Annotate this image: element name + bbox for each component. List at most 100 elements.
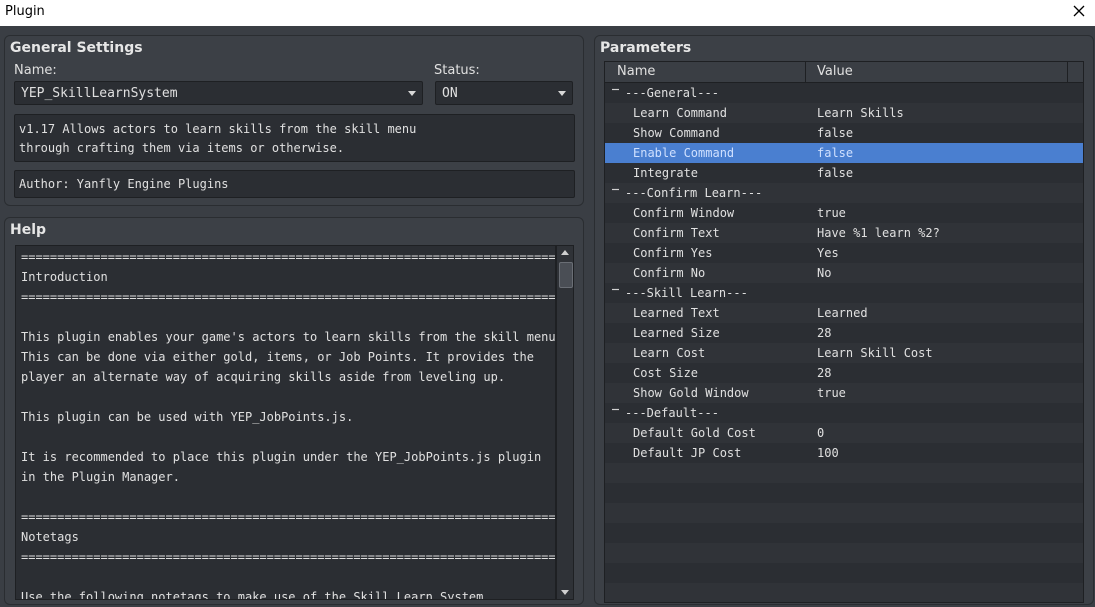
scroll-thumb[interactable]	[559, 262, 573, 288]
description-box: v1.17 Allows actors to learn skills from…	[14, 114, 575, 162]
collapse-icon[interactable]	[612, 186, 619, 193]
parameter-value: 0	[817, 426, 825, 440]
help-scrollbar[interactable]	[556, 245, 574, 600]
help-line: This can be done via either gold, items,…	[21, 350, 534, 364]
scroll-up-icon[interactable]	[561, 250, 569, 255]
parameter-value: false	[817, 166, 854, 180]
parameter-row[interactable]: Learned Size 28	[605, 323, 1083, 343]
parameter-row[interactable]: Confirm Window true	[605, 203, 1083, 223]
parameter-group-row[interactable]: ---General---	[605, 83, 1083, 103]
chevron-down-icon	[408, 91, 416, 96]
parameter-name: Default JP Cost	[633, 446, 742, 460]
plugin-name-value: YEP_SkillLearnSystem	[21, 86, 178, 101]
table-row-empty	[605, 563, 1083, 583]
help-line: ========================================…	[21, 550, 556, 564]
parameter-name: ---Skill Learn---	[625, 286, 748, 300]
help-line: in the Plugin Manager.	[21, 470, 180, 484]
parameter-value: false	[817, 126, 854, 140]
help-line: Use the following notetags to make use o…	[21, 590, 491, 600]
status-label: Status:	[434, 63, 480, 78]
description-line: through crafting them via items or other…	[19, 141, 345, 155]
chevron-down-icon	[558, 91, 566, 96]
parameter-row[interactable]: Learn Command Learn Skills	[605, 103, 1083, 123]
plugin-name-select[interactable]: YEP_SkillLearnSystem	[14, 81, 423, 105]
parameter-value: false	[817, 146, 854, 160]
parameter-name: Integrate	[633, 166, 699, 180]
parameter-name: Default Gold Cost	[633, 426, 756, 440]
parameter-name: Learn Cost	[633, 346, 706, 360]
parameter-value: 100	[817, 446, 839, 460]
parameter-value: Yes	[817, 246, 839, 260]
parameter-row[interactable]: Show Gold Window true	[605, 383, 1083, 403]
parameter-row[interactable]: Cost Size 28	[605, 363, 1083, 383]
help-line: This plugin enables your game's actors t…	[21, 330, 556, 344]
parameter-name: Learned Size	[633, 326, 720, 340]
parameter-group-row[interactable]: ---Skill Learn---	[605, 283, 1083, 303]
table-row-empty	[605, 463, 1083, 483]
description-line: v1.17 Allows actors to learn skills from…	[19, 122, 417, 136]
parameter-row[interactable]: Integrate false	[605, 163, 1083, 183]
parameter-group-row[interactable]: ---Default---	[605, 403, 1083, 423]
parameter-name: Confirm No	[633, 266, 706, 280]
collapse-icon[interactable]	[612, 86, 619, 93]
name-label: Name:	[14, 63, 57, 78]
collapse-icon[interactable]	[612, 286, 619, 293]
status-value: ON	[442, 86, 458, 101]
parameter-row[interactable]: Enable Command false	[605, 143, 1083, 163]
column-divider[interactable]	[805, 62, 806, 82]
parameter-name: Cost Size	[633, 366, 699, 380]
close-icon[interactable]	[1069, 1, 1089, 21]
help-line: player an alternate way of acquiring ski…	[21, 370, 506, 384]
parameter-name: Enable Command	[633, 146, 735, 160]
parameter-name: Learned Text	[633, 306, 720, 320]
parameter-name: ---Confirm Learn---	[625, 186, 763, 200]
column-header-value[interactable]: Value	[817, 64, 853, 79]
scroll-down-icon[interactable]	[561, 590, 569, 595]
parameters-title: Parameters	[600, 40, 692, 56]
parameter-value: true	[817, 206, 846, 220]
parameter-value: Have %1 learn %2?	[817, 226, 940, 240]
help-line: Notetags	[21, 530, 79, 544]
parameter-row[interactable]: Confirm Text Have %1 learn %2?	[605, 223, 1083, 243]
table-row-empty	[605, 523, 1083, 543]
parameter-row[interactable]: Default JP Cost 100	[605, 443, 1083, 463]
help-line: This plugin can be used with YEP_JobPoin…	[21, 410, 354, 424]
parameter-row[interactable]: Confirm Yes Yes	[605, 243, 1083, 263]
parameter-row[interactable]: Learn Cost Learn Skill Cost	[605, 343, 1083, 363]
parameter-row[interactable]: Learned Text Learned	[605, 303, 1083, 323]
parameter-name: Show Gold Window	[633, 386, 749, 400]
help-textarea[interactable]: ========================================…	[15, 245, 556, 600]
table-row-empty	[605, 583, 1083, 602]
column-header-name[interactable]: Name	[617, 64, 655, 79]
grid-header: Name Value	[605, 62, 1083, 83]
parameter-row[interactable]: Default Gold Cost 0	[605, 423, 1083, 443]
parameter-value: 28	[817, 326, 832, 340]
help-title: Help	[10, 222, 47, 238]
general-settings-title: General Settings	[10, 40, 143, 56]
parameters-grid[interactable]: Name Value ---General--- Learn Command Lea…	[604, 61, 1084, 603]
parameter-name: Learn Command	[633, 106, 727, 120]
parameter-name: Confirm Text	[633, 226, 720, 240]
help-line: ========================================…	[21, 250, 556, 264]
parameter-name: Confirm Window	[633, 206, 735, 220]
column-divider[interactable]	[1067, 62, 1068, 82]
parameter-name: Confirm Yes	[633, 246, 713, 260]
help-line: ========================================…	[21, 290, 556, 304]
window-titlebar: Plugin	[0, 0, 1095, 26]
parameter-name: ---General---	[625, 86, 719, 100]
parameter-value: Learn Skill Cost	[817, 346, 933, 360]
parameter-name: Show Command	[633, 126, 720, 140]
parameter-value: Learn Skills	[817, 106, 904, 120]
author-text: Author: Yanfly Engine Plugins	[19, 177, 229, 191]
parameter-row[interactable]: Confirm No No	[605, 263, 1083, 283]
parameter-group-row[interactable]: ---Confirm Learn---	[605, 183, 1083, 203]
collapse-icon[interactable]	[612, 406, 619, 413]
status-select[interactable]: ON	[435, 81, 573, 105]
parameter-row[interactable]: Show Command false	[605, 123, 1083, 143]
help-line: Introduction	[21, 270, 108, 284]
parameter-value: 28	[817, 366, 832, 380]
parameter-value: true	[817, 386, 846, 400]
table-row-empty	[605, 503, 1083, 523]
window-title: Plugin	[5, 4, 45, 19]
parameter-value: Learned	[817, 306, 868, 320]
